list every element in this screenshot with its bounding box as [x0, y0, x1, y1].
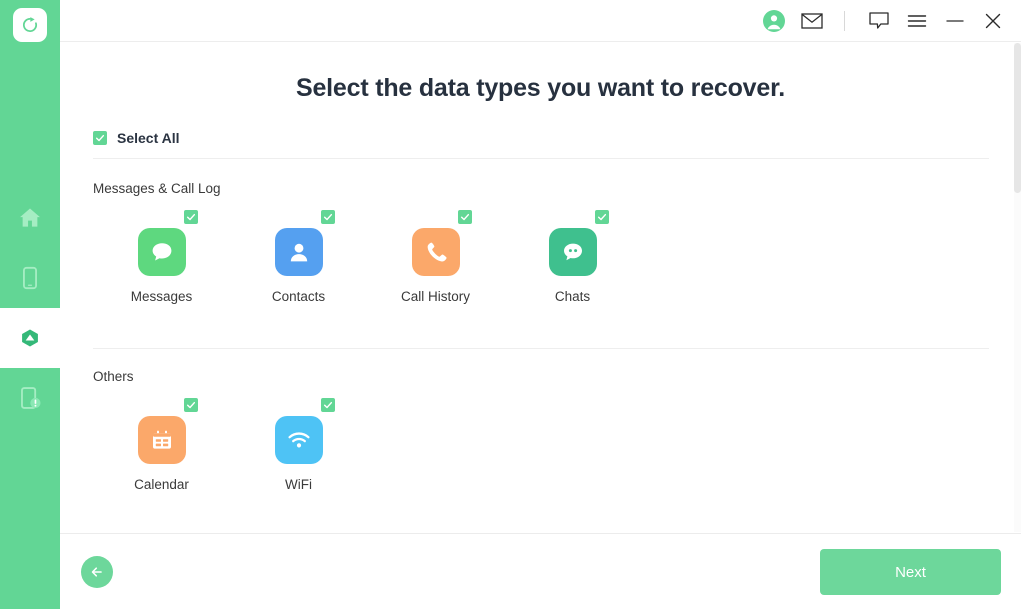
section-title-others: Others	[93, 369, 134, 384]
scrollbar-track[interactable]	[1014, 43, 1021, 532]
feedback-button[interactable]	[863, 5, 895, 37]
checkmark-icon	[323, 212, 333, 222]
tile-label: Chats	[555, 289, 590, 304]
messages-bubble-icon	[138, 228, 186, 276]
wifi-icon	[275, 416, 323, 464]
select-all-row[interactable]: Select All	[93, 130, 180, 146]
mail-icon	[801, 12, 823, 30]
section-title-messages: Messages & Call Log	[93, 181, 221, 196]
calendar-icon	[138, 416, 186, 464]
tile-group-others: Calendar	[93, 398, 367, 492]
sidebar-item-home[interactable]	[0, 188, 60, 248]
home-icon	[17, 205, 43, 231]
feedback-chat-icon	[868, 11, 890, 31]
tile-checkbox[interactable]	[184, 398, 198, 412]
device-repair-icon	[17, 385, 43, 411]
footer-bar: Next	[60, 533, 1021, 609]
tile-label: Messages	[131, 289, 193, 304]
tile-checkbox[interactable]	[321, 398, 335, 412]
scrollbar-thumb[interactable]	[1014, 43, 1021, 193]
account-button[interactable]	[758, 5, 790, 37]
window-titlebar	[60, 0, 1021, 42]
titlebar-divider	[844, 11, 845, 31]
sidebar	[0, 0, 60, 609]
sidebar-item-repair[interactable]	[0, 368, 60, 428]
chats-bubble-icon	[549, 228, 597, 276]
divider-top	[93, 158, 989, 159]
close-button[interactable]	[977, 5, 1009, 37]
tile-calendar[interactable]: Calendar	[93, 398, 230, 492]
checkmark-icon	[460, 212, 470, 222]
checkmark-icon	[95, 133, 105, 143]
tile-label: Calendar	[134, 477, 189, 492]
tile-wifi[interactable]: WiFi	[230, 398, 367, 492]
next-button[interactable]: Next	[820, 549, 1001, 595]
tile-label: WiFi	[285, 477, 312, 492]
page-title: Select the data types you want to recove…	[60, 74, 1021, 103]
divider-middle	[93, 348, 989, 349]
sidebar-nav	[0, 188, 60, 428]
tile-group-messages: Messages Contacts	[93, 210, 641, 304]
data-recovery-drop-icon	[17, 325, 43, 351]
tile-chats[interactable]: Chats	[504, 210, 641, 304]
account-avatar-icon	[762, 9, 786, 33]
hamburger-menu-icon	[907, 13, 927, 29]
checkmark-icon	[186, 212, 196, 222]
tile-contacts[interactable]: Contacts	[230, 210, 367, 304]
phone-device-icon	[17, 265, 43, 291]
recovery-refresh-icon	[20, 15, 40, 35]
app-window: Select the data types you want to recove…	[0, 0, 1021, 609]
phone-handset-icon	[412, 228, 460, 276]
tile-checkbox[interactable]	[321, 210, 335, 224]
back-button[interactable]	[81, 556, 113, 588]
tile-checkbox[interactable]	[184, 210, 198, 224]
checkmark-icon	[597, 212, 607, 222]
tile-label: Contacts	[272, 289, 325, 304]
tile-checkbox[interactable]	[595, 210, 609, 224]
main-area: Select the data types you want to recove…	[60, 0, 1021, 609]
tile-label: Call History	[401, 289, 470, 304]
mail-button[interactable]	[796, 5, 828, 37]
checkmark-icon	[186, 400, 196, 410]
minimize-icon	[945, 13, 965, 29]
select-all-checkbox[interactable]	[93, 131, 107, 145]
tile-call-history[interactable]: Call History	[367, 210, 504, 304]
minimize-button[interactable]	[939, 5, 971, 37]
arrow-left-icon	[88, 563, 106, 581]
sidebar-item-recover[interactable]	[0, 308, 60, 368]
menu-button[interactable]	[901, 5, 933, 37]
checkmark-icon	[323, 400, 333, 410]
app-logo	[13, 8, 47, 42]
content-area: Select the data types you want to recove…	[60, 42, 1021, 533]
contacts-person-icon	[275, 228, 323, 276]
tile-checkbox[interactable]	[458, 210, 472, 224]
tile-messages[interactable]: Messages	[93, 210, 230, 304]
close-icon	[983, 11, 1003, 31]
select-all-label: Select All	[117, 130, 180, 146]
